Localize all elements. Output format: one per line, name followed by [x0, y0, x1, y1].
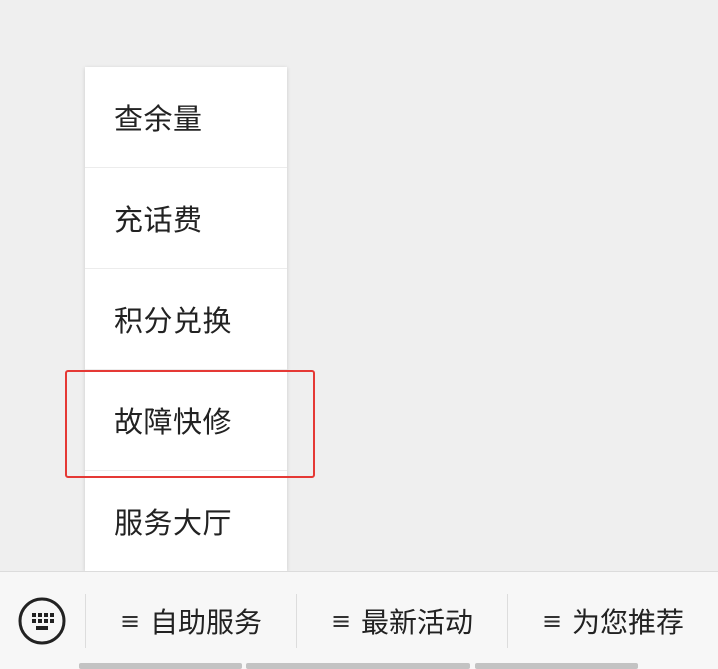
tab-label: 自助服务 — [150, 606, 263, 639]
menu-lines-icon: ≡ — [541, 607, 563, 635]
scroll-indicator — [79, 663, 242, 669]
scroll-indicator — [475, 663, 638, 669]
keyboard-toggle-button[interactable] — [17, 596, 67, 646]
menu-lines-icon: ≡ — [330, 607, 352, 635]
keyboard-icon — [18, 597, 66, 645]
menu-item-label: 故障快修 — [114, 405, 233, 439]
tab-label: 最新活动 — [361, 606, 474, 639]
menu-item-label: 充话费 — [114, 203, 203, 237]
tab-self-service[interactable]: ≡ 自助服务 — [86, 596, 296, 646]
menu-item-check-balance[interactable]: 查余量 — [85, 67, 287, 168]
scroll-indicator — [246, 663, 470, 669]
menu-item-label: 查余量 — [114, 102, 203, 136]
menu-item-label: 服务大厅 — [114, 506, 233, 540]
menu-item-service-hall[interactable]: 服务大厅 — [85, 471, 287, 571]
menu-item-points-exchange[interactable]: 积分兑换 — [85, 269, 287, 370]
tab-recommended[interactable]: ≡ 为您推荐 — [508, 596, 718, 646]
menu-item-recharge[interactable]: 充话费 — [85, 168, 287, 269]
menu-item-fault-repair[interactable]: 故障快修 — [85, 370, 287, 471]
menu-lines-icon: ≡ — [119, 607, 141, 635]
tab-latest-activities[interactable]: ≡ 最新活动 — [297, 596, 507, 646]
menu-item-label: 积分兑换 — [114, 304, 233, 338]
popup-menu: 查余量 充话费 积分兑换 故障快修 服务大厅 — [85, 67, 287, 571]
tab-label: 为您推荐 — [572, 606, 685, 639]
bottom-bar: ≡ 自助服务 ≡ 最新活动 ≡ 为您推荐 — [0, 571, 718, 669]
